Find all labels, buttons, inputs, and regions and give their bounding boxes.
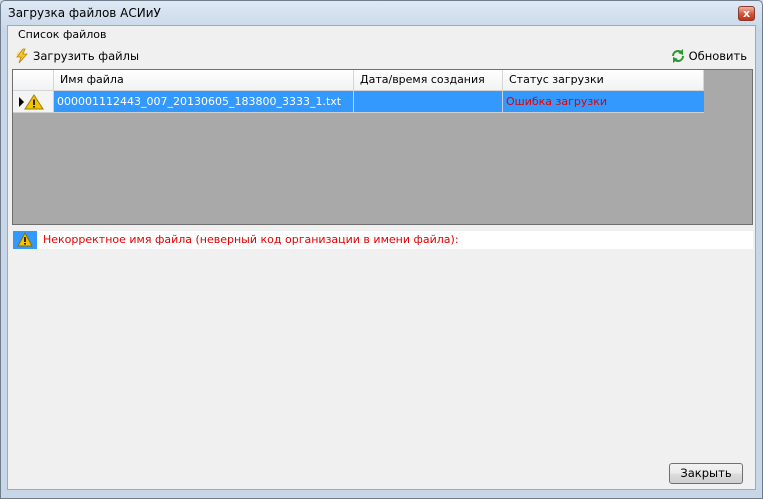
- row-header[interactable]: [13, 91, 54, 113]
- close-button[interactable]: Закрыть: [669, 463, 743, 484]
- title-bar[interactable]: Загрузка файлов АСИиУ x: [1, 1, 762, 25]
- error-message: Некорректное имя файла (неверный код орг…: [43, 233, 459, 246]
- cell-filename[interactable]: 000001112443_007_20130605_183800_3333_1.…: [54, 91, 354, 113]
- column-header-created[interactable]: Дата/время создания: [354, 70, 503, 91]
- file-list-group: Список файлов Загрузить файлы Обновить И…: [7, 25, 756, 490]
- message-bar: Некорректное имя файла (неверный код орг…: [13, 231, 753, 249]
- refresh-icon: [670, 48, 686, 64]
- row-header-corner: [13, 70, 54, 91]
- cell-created[interactable]: [354, 91, 503, 113]
- files-grid[interactable]: Имя файла Дата/время создания Статус заг…: [12, 69, 753, 225]
- lightning-icon: [14, 48, 30, 64]
- refresh-label: Обновить: [688, 49, 747, 63]
- row-indicator-icon: [19, 94, 44, 110]
- column-header-filename[interactable]: Имя файла: [54, 70, 354, 91]
- column-header-status[interactable]: Статус загрузки: [503, 70, 704, 91]
- app-window: Загрузка файлов АСИиУ x Список файлов За…: [0, 0, 763, 499]
- load-files-label: Загрузить файлы: [33, 49, 140, 63]
- group-label: Список файлов: [17, 28, 108, 41]
- window-title: Загрузка файлов АСИиУ: [8, 6, 161, 20]
- refresh-button[interactable]: Обновить: [670, 47, 747, 65]
- cell-status[interactable]: Ошибка загрузки: [503, 91, 704, 113]
- window-close-button[interactable]: x: [738, 6, 755, 21]
- warning-icon: [13, 231, 37, 249]
- load-files-button[interactable]: Загрузить файлы: [14, 47, 139, 65]
